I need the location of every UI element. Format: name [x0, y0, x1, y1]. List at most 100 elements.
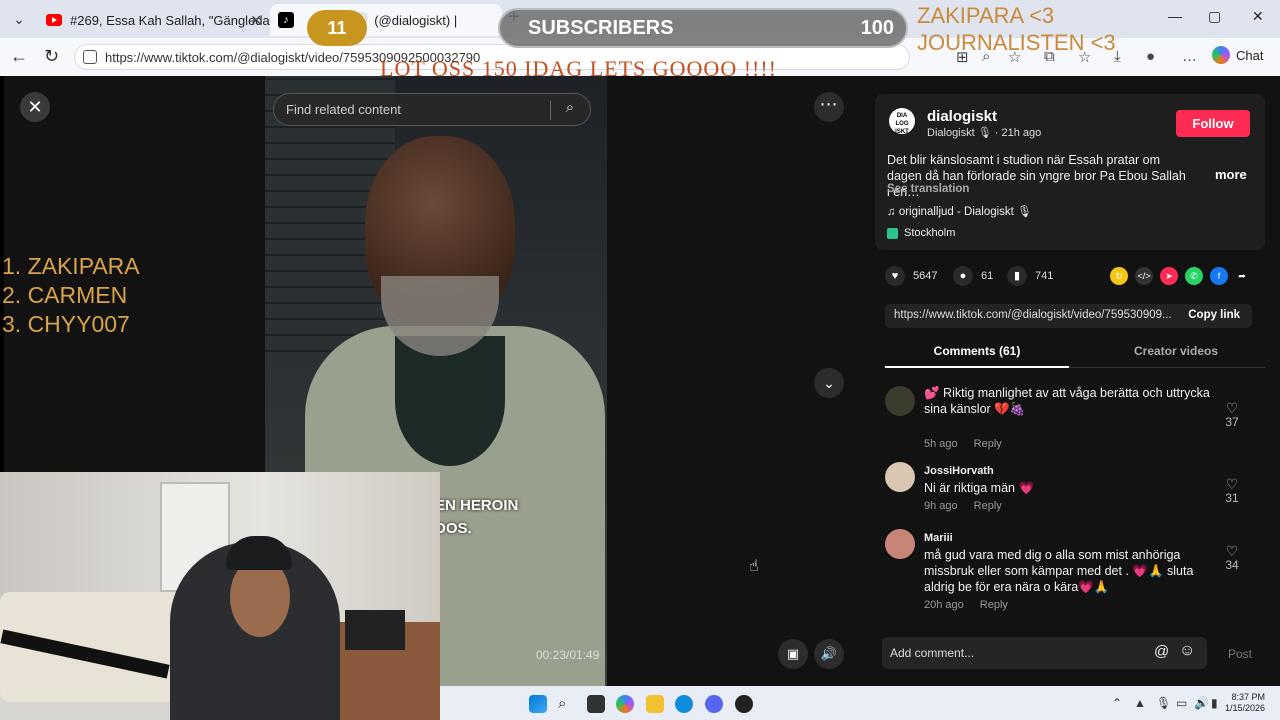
copy-link-button[interactable]: Copy link — [1188, 309, 1240, 321]
author-avatar[interactable]: DIA LOG ISKT — [889, 108, 915, 135]
send-icon[interactable]: ➤ — [1160, 267, 1178, 285]
tab-tiktok[interactable]: ♪ 🔊 (@dialogiskt) | — [270, 4, 502, 36]
emoji-icon[interactable]: ☺ — [1179, 642, 1195, 660]
volume-tray-icon[interactable]: 🔊 — [1194, 696, 1209, 710]
comment-input[interactable] — [890, 646, 1130, 660]
tab-youtube[interactable]: #269, Essa Kah Sallah, "Gängledare ✕ — [38, 4, 270, 36]
mention-icon[interactable]: @ — [1154, 643, 1169, 660]
leaderboard-entry: 2. CARMEN — [2, 282, 128, 308]
embed-icon[interactable]: </> — [1135, 267, 1153, 285]
next-video-chevron-icon[interactable]: ⌄ — [814, 368, 844, 398]
webcam-monitor — [345, 610, 405, 650]
add-comment-box[interactable]: @ ☺ — [882, 637, 1207, 669]
copilot-taskbar-icon[interactable] — [616, 695, 634, 713]
close-window-icon[interactable]: ✕ — [1252, 8, 1264, 25]
video-timecode: 00:23/01:49 — [536, 648, 600, 662]
comment-avatar[interactable] — [885, 386, 915, 416]
comment-text: 💕 Riktig manlighet av att våga berätta o… — [924, 386, 1210, 416]
reply-link[interactable]: Reply — [974, 500, 1002, 512]
battery-icon[interactable]: ▮ — [1211, 696, 1218, 710]
more-options-button[interactable]: ⋯ — [814, 92, 844, 122]
subtitle-line: EN HEROIN — [435, 497, 519, 514]
maximize-icon[interactable]: ▢ — [1208, 8, 1221, 25]
clock-time: 8:37 PM — [1231, 692, 1266, 702]
comment-avatar[interactable] — [885, 529, 915, 559]
subtitle-line: DOS. — [435, 520, 472, 537]
picture-in-picture-icon[interactable]: ▣ — [778, 639, 808, 669]
comment-meta: 5h ago Reply — [924, 438, 1002, 450]
post-comment-button[interactable]: Post — [1228, 647, 1252, 661]
comment-icon: ● — [953, 266, 973, 286]
comment-like-count: 37 — [1225, 415, 1239, 429]
site-info-icon[interactable] — [83, 50, 97, 64]
tab-comments[interactable]: Comments (61) — [885, 344, 1069, 368]
music-link[interactable]: ♫ originalljud - Dialogiskt 🎙 — [887, 204, 1032, 218]
search-icon[interactable]: ⌕ — [558, 695, 576, 713]
related-search-input[interactable] — [286, 102, 546, 117]
comment-item: Mariii må gud vara med dig o alla som mi… — [885, 524, 1260, 614]
author-name[interactable]: dialogiskt — [927, 108, 997, 125]
save-count: 741 — [1035, 270, 1054, 282]
network-icon[interactable]: ▭ — [1176, 696, 1187, 710]
close-tab-icon[interactable]: ✕ — [250, 12, 262, 29]
location-icon — [887, 227, 898, 239]
comment-like-button[interactable]: ♡ 31 — [1220, 477, 1244, 505]
reply-link[interactable]: Reply — [974, 438, 1002, 450]
edge-icon[interactable] — [675, 695, 693, 713]
comment-action[interactable]: ● 61 — [953, 266, 993, 286]
repost-icon[interactable]: ↻ — [1110, 267, 1128, 285]
microphone-icon[interactable]: 🎙 — [1156, 696, 1171, 710]
heart-icon: ♥ — [885, 266, 905, 286]
comment-like-button[interactable]: ♡ 34 — [1220, 544, 1244, 572]
comment-username[interactable]: Mariii — [924, 532, 953, 544]
facebook-icon[interactable]: f — [1210, 267, 1228, 285]
comment-meta: 9h ago Reply — [924, 500, 1002, 512]
reply-link[interactable]: Reply — [980, 599, 1008, 611]
tab-creator-videos[interactable]: Creator videos — [1100, 344, 1252, 358]
close-video-button[interactable]: ✕ — [20, 92, 50, 122]
like-count: 5647 — [913, 270, 938, 282]
bookmark-icon: ▮ — [1007, 266, 1027, 286]
related-search-box[interactable]: ⌕ — [273, 93, 591, 126]
task-view-icon[interactable] — [587, 695, 605, 713]
search-icon[interactable]: ⌕ — [558, 99, 582, 121]
like-action[interactable]: ♥ 5647 — [885, 266, 937, 286]
file-explorer-icon[interactable] — [646, 695, 664, 713]
action-row: ♥ 5647 ● 61 ▮ 741 ↻ </> ➤ ✆ f ➦ — [885, 266, 1265, 288]
webcam-feed — [0, 472, 440, 720]
copilot-chat-button[interactable]: Chat — [1212, 46, 1263, 64]
comment-like-button[interactable]: ♡ 37 — [1220, 401, 1244, 429]
more-link[interactable]: more — [1215, 167, 1247, 182]
comment-username[interactable]: JossiHorvath — [924, 465, 994, 477]
obs-icon[interactable] — [735, 695, 753, 713]
subscriber-goal-target: 100 — [860, 17, 894, 39]
goal-ticker: LOT OSS 150 IDAG LETS GOOOO !!!! — [380, 56, 778, 81]
tab-list-chevron-icon[interactable]: ⌄ — [8, 8, 30, 30]
comment-text: Ni är riktiga män 💗 — [924, 481, 1035, 495]
heart-outline-icon: ♡ — [1225, 543, 1239, 559]
tab-title: #269, Essa Kah Sallah, "Gängledare — [70, 12, 270, 28]
save-action[interactable]: ▮ 741 — [1007, 266, 1053, 286]
author-meta: Dialogiskt 🎙 · 21h ago — [927, 127, 1042, 139]
tray-chevron-icon[interactable]: ⌃ — [1112, 696, 1122, 710]
profile-avatar-icon[interactable]: ● — [1146, 48, 1155, 65]
clock[interactable]: 8:37 PM 1/15/2026 — [1225, 692, 1265, 714]
see-translation-link[interactable]: See translation — [887, 183, 969, 195]
shoutout-line: ZAKIPARA <3 — [917, 3, 1055, 28]
follow-button[interactable]: Follow — [1176, 110, 1250, 137]
tray-app-icon[interactable]: ▲ — [1134, 696, 1146, 710]
share-link-text: https://www.tiktok.com/@dialogiskt/video… — [894, 309, 1172, 321]
comment-avatar[interactable] — [885, 462, 915, 492]
back-icon[interactable]: ← — [10, 46, 28, 67]
volume-icon[interactable]: 🔊 — [814, 639, 844, 669]
whatsapp-icon[interactable]: ✆ — [1185, 267, 1203, 285]
minimize-icon[interactable]: — — [1168, 8, 1182, 24]
refresh-icon[interactable]: ↻ — [44, 46, 59, 67]
search-divider — [550, 101, 551, 120]
menu-dots-icon[interactable]: … — [1182, 48, 1197, 65]
location-tag[interactable]: Stockholm — [887, 227, 955, 239]
comment-count: 61 — [981, 270, 994, 282]
start-icon[interactable] — [529, 695, 547, 713]
share-arrow-icon[interactable]: ➦ — [1233, 267, 1251, 285]
discord-icon[interactable] — [705, 695, 723, 713]
